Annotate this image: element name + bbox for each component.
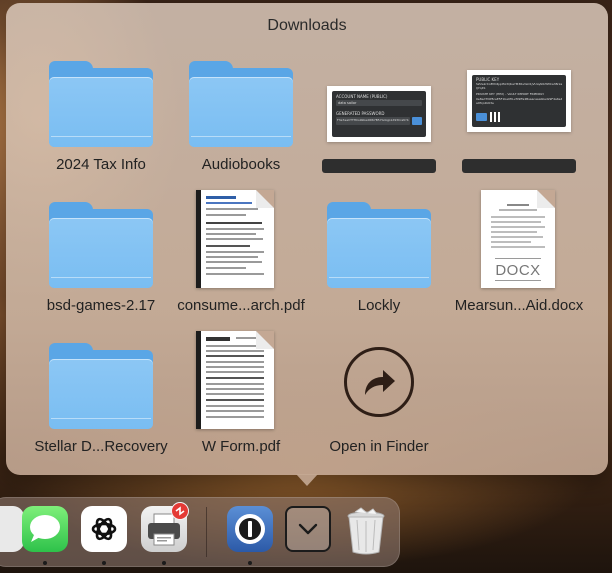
chatgpt-icon[interactable] (81, 506, 127, 552)
thumb-text: data sailor (338, 101, 357, 105)
notification-badge (171, 502, 189, 520)
redacted-filename (322, 159, 436, 173)
dock-separator (206, 507, 207, 557)
thumb-text: F3e7eaCTTHCs9kbw0D67B57G4ojp1d93CraN 5d2… (337, 118, 409, 122)
thumb-text: a9fcp2b63e (476, 101, 494, 105)
redacted-filename (462, 159, 576, 173)
pdf-thumbnail (196, 190, 274, 288)
folder-icon (49, 61, 153, 147)
stack-title: Downloads (267, 17, 347, 34)
stack-item-screenshot-2[interactable]: PUBLIC KEY SZ2ekrXoBYO4jqdfA3QkaYM3Rs3sO… (449, 43, 589, 178)
messages-icon[interactable] (22, 506, 68, 552)
stack-item-2024-tax-info[interactable]: 2024 Tax Info (31, 43, 171, 178)
docx-thumbnail: DOCX (481, 190, 555, 288)
stack-item-bsd-games[interactable]: bsd-games-2.17 (31, 184, 171, 319)
running-indicator (162, 561, 166, 565)
screenshot-thumbnail: ACCOUNT NAME (PUBLIC) data sailor GENERA… (327, 86, 431, 142)
folder-icon (49, 343, 153, 429)
trash-icon[interactable] (343, 506, 389, 555)
downloads-stack-button[interactable] (285, 506, 331, 552)
thumb-text: SZ2ekrXoBYO4jqdfA3QkaYM3Rs3sO1jVUiqAtbHW… (476, 82, 562, 86)
item-label: W Form.pdf (201, 438, 281, 455)
screenshot-thumbnail: PUBLIC KEY SZ2ekrXoBYO4jqdfA3QkaYM3Rs3sO… (467, 70, 571, 132)
1password-icon[interactable] (227, 506, 273, 552)
thumb-text: GENERATED PASSWORD (336, 111, 385, 116)
item-label: Mearsun...Aid.docx (454, 297, 584, 314)
running-indicator (248, 561, 252, 565)
running-indicator (43, 561, 47, 565)
docx-file-type: DOCX (495, 262, 541, 279)
folder-icon (327, 202, 431, 288)
stack-item-screenshot-1[interactable]: ACCOUNT NAME (PUBLIC) data sailor GENERA… (309, 43, 449, 178)
stack-item-mearsun-docx[interactable]: DOCX Mearsun...Aid.docx (449, 184, 589, 319)
thumb-text: ACCOUNT NAME (PUBLIC) (336, 94, 388, 99)
item-label: Audiobooks (201, 156, 281, 173)
open-in-finder-icon (344, 347, 414, 417)
stack-item-audiobooks[interactable]: Audiobooks (171, 43, 311, 178)
qr-code-icon (490, 112, 500, 122)
folder-icon (49, 202, 153, 288)
pdf-thumbnail (196, 331, 274, 429)
folder-icon (189, 61, 293, 147)
stack-pointer (296, 474, 318, 486)
downloads-stack-popover: Downloads 2024 Tax Info Audiobooks ACCOU… (6, 3, 608, 475)
app-icon-partial[interactable] (0, 506, 24, 552)
item-label: 2024 Tax Info (56, 156, 146, 173)
item-label: Stellar D...Recovery (34, 438, 168, 455)
item-label: consume...arch.pdf (177, 297, 305, 314)
stack-item-w-form-pdf[interactable]: W Form.pdf (171, 325, 311, 460)
chevron-down-icon (298, 523, 318, 535)
open-in-finder-button[interactable]: Open in Finder (309, 325, 449, 460)
thumb-text: IJ7q4S (476, 86, 486, 90)
item-label: Lockly (357, 297, 401, 314)
stack-item-stellar-recovery[interactable]: Stellar D...Recovery (31, 325, 171, 460)
item-label: bsd-games-2.17 (46, 297, 156, 314)
thumb-text: PRIVATE KEY (HEX) - VAULT IMPORT FRIENDL… (476, 92, 545, 96)
item-label: Open in Finder (329, 438, 429, 455)
running-indicator (102, 561, 106, 565)
stack-item-consume-pdf[interactable]: consume...arch.pdf (171, 184, 311, 319)
stack-item-lockly[interactable]: Lockly (309, 184, 449, 319)
